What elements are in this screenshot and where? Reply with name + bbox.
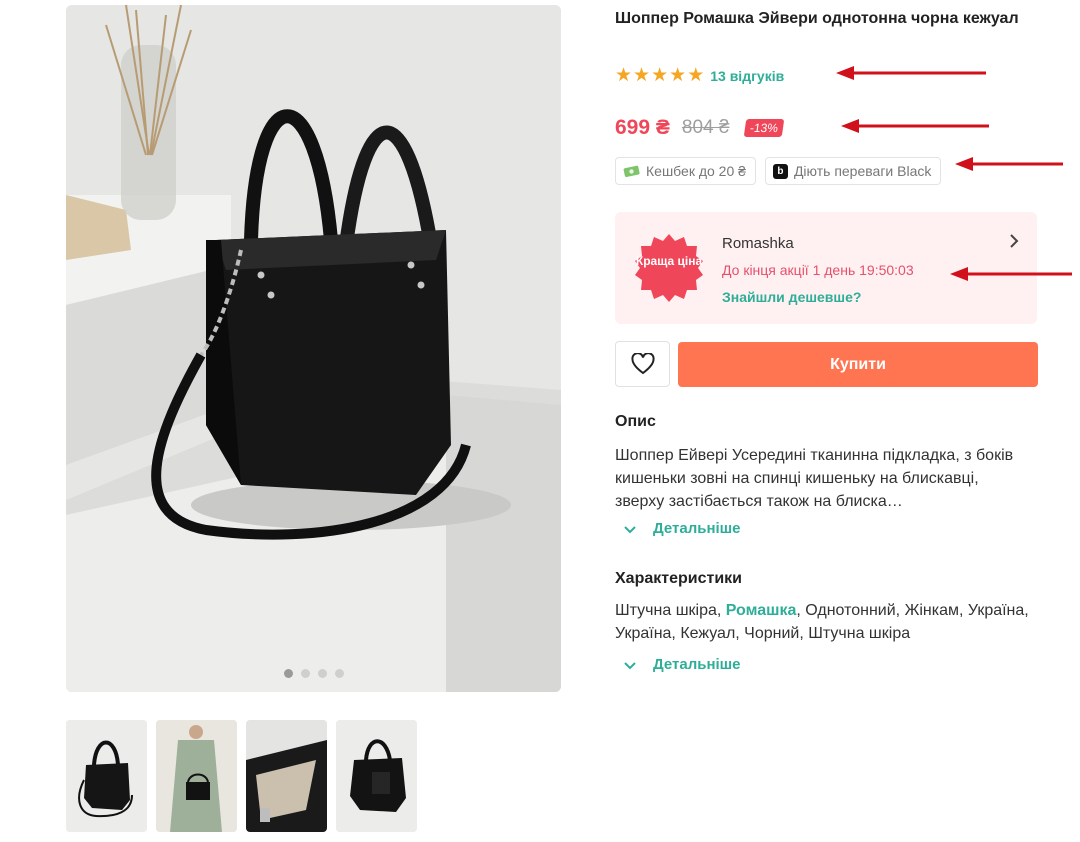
description-more-label: Детальніше <box>653 520 741 537</box>
favorite-button[interactable] <box>615 341 670 387</box>
characteristics-before: Штучна шкіра, <box>615 602 726 619</box>
black-benefits-label: Діють переваги Black <box>793 163 932 179</box>
promo-countdown: До кінця акції 1 день 19:50:03 <box>722 262 914 278</box>
price-row: 699 ₴ 804 ₴ -13% <box>615 116 785 140</box>
thumbnail-model-wearing-bag[interactable] <box>156 720 237 832</box>
cashback-money-icon <box>623 164 640 178</box>
annotation-arrow-icon <box>836 66 986 80</box>
main-product-photo[interactable] <box>66 5 561 692</box>
perks-row: Кешбек до 20 ₴ b Діють переваги Black <box>615 157 942 185</box>
star-icon: ★ <box>633 65 651 86</box>
black-shopper-bag-photo <box>66 5 561 692</box>
gallery-dot[interactable] <box>317 669 327 678</box>
star-icon: ★ <box>615 65 633 86</box>
gallery-dot[interactable] <box>300 669 310 678</box>
chevron-down-icon <box>623 658 637 672</box>
old-price: 804 ₴ <box>681 117 730 138</box>
characteristics-more-link[interactable]: Детальніше <box>623 656 741 673</box>
rating-row: ★ ★ ★ ★ ★ 13 відгуків <box>615 66 784 86</box>
star-icon: ★ <box>651 65 669 86</box>
current-price: 699 ₴ <box>615 116 670 139</box>
product-title: Шоппер Ромашка Эйвери однотонна чорна ке… <box>615 10 1019 27</box>
reviews-link[interactable]: 13 відгуків <box>710 68 784 84</box>
best-price-badge-text: Краща ціна <box>635 254 703 268</box>
seller-name[interactable]: Romashka <box>722 235 794 252</box>
gallery-dot[interactable] <box>283 669 293 678</box>
characteristics-more-label: Детальніше <box>653 656 741 673</box>
thumbnail-bag-side[interactable] <box>336 720 417 832</box>
discount-badge: -13% <box>744 119 785 137</box>
characteristics-text: Штучна шкіра, Ромашка, Однотонний, Жінка… <box>615 599 1035 645</box>
star-icon: ★ <box>687 65 705 86</box>
star-icon: ★ <box>669 65 687 86</box>
gallery-pagination <box>66 669 561 678</box>
chevron-down-icon <box>623 522 637 536</box>
black-benefits-chip[interactable]: b Діють переваги Black <box>764 157 942 185</box>
heart-icon <box>630 353 655 375</box>
cashback-label: Кешбек до 20 ₴ <box>646 163 746 179</box>
cashback-chip[interactable]: Кешбек до 20 ₴ <box>615 157 756 185</box>
description-heading: Опис <box>615 413 656 430</box>
annotation-arrow-icon <box>955 157 1063 171</box>
thumbnail-bag-interior[interactable] <box>246 720 327 832</box>
found-cheaper-link[interactable]: Знайшли дешевше? <box>722 289 861 305</box>
annotation-arrow-icon <box>841 119 989 133</box>
gallery-dot[interactable] <box>334 669 344 678</box>
chevron-right-icon[interactable] <box>1009 234 1019 253</box>
description-more-link[interactable]: Детальніше <box>623 520 741 537</box>
best-price-badge-icon <box>635 234 703 302</box>
annotation-arrow-icon <box>950 267 1072 281</box>
black-b-icon: b <box>772 163 788 179</box>
buy-button[interactable]: Купити <box>678 342 1038 387</box>
thumbnail-bag-front[interactable] <box>66 720 147 832</box>
description-text: Шоппер Ейвері Усередині тканинна підклад… <box>615 447 1014 510</box>
brand-link[interactable]: Ромашка <box>726 602 797 619</box>
rating-stars: ★ ★ ★ ★ ★ <box>615 66 704 86</box>
thumbnail-strip <box>66 720 417 832</box>
characteristics-heading: Характеристики <box>615 570 743 587</box>
